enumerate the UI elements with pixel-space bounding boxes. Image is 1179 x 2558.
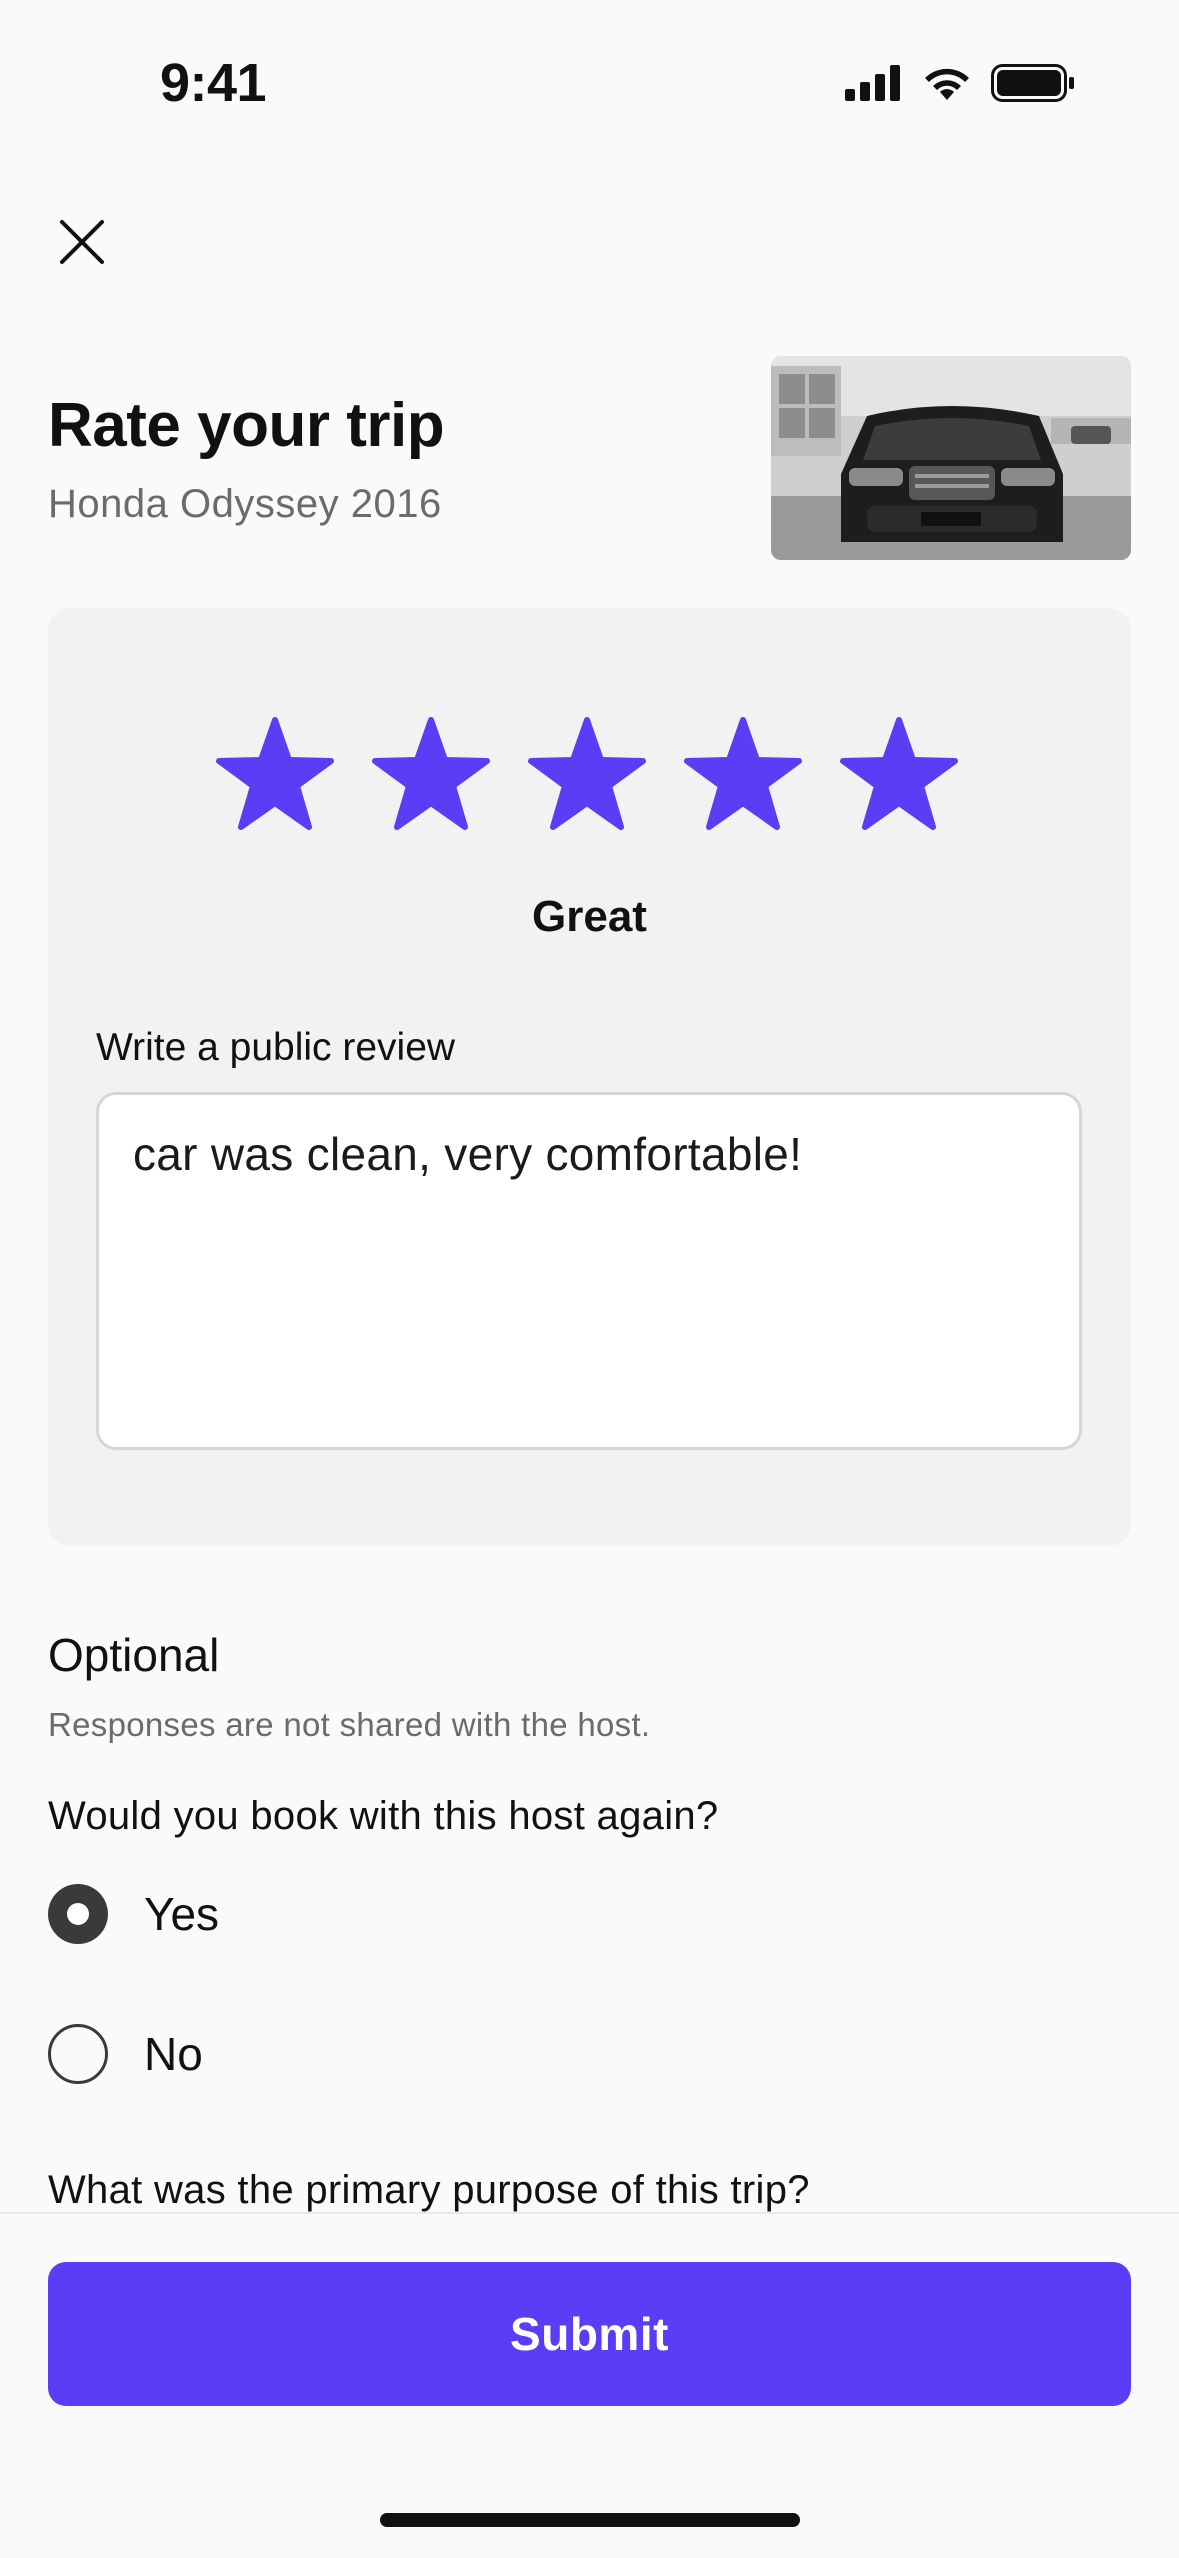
- star-icon-3[interactable]: [527, 716, 647, 832]
- submit-button[interactable]: Submit: [48, 2262, 1131, 2406]
- status-time: 9:41: [160, 53, 267, 113]
- trip-purpose-question: What was the primary purpose of this tri…: [48, 2168, 810, 2212]
- status-icons: [845, 64, 1075, 102]
- radio-label-no: No: [144, 2028, 203, 2080]
- vehicle-photo: [771, 356, 1131, 560]
- star-rating[interactable]: [215, 716, 959, 832]
- rating-label: Great: [532, 892, 647, 941]
- radio-unchecked-icon[interactable]: [48, 2024, 108, 2084]
- optional-note: Responses are not shared with the host.: [48, 1706, 651, 1743]
- review-textarea[interactable]: car was clean, very comfortable!: [96, 1092, 1082, 1450]
- cellular-signal-icon: [845, 65, 900, 101]
- rebook-question: Would you book with this host again?: [48, 1794, 719, 1838]
- star-icon-1[interactable]: [215, 716, 335, 832]
- radio-option-no[interactable]: No: [48, 2024, 203, 2084]
- wifi-icon: [925, 68, 969, 100]
- close-icon: [60, 220, 104, 264]
- radio-checked-icon[interactable]: [48, 1884, 108, 1944]
- review-label: Write a public review: [96, 1026, 456, 1069]
- optional-heading: Optional: [48, 1629, 220, 1681]
- battery-icon: [991, 64, 1074, 102]
- star-icon-2[interactable]: [371, 716, 491, 832]
- page-title: Rate your trip: [48, 391, 445, 460]
- radio-option-yes[interactable]: Yes: [48, 1884, 219, 1944]
- star-icon-4[interactable]: [683, 716, 803, 832]
- star-icon-5[interactable]: [839, 716, 959, 832]
- close-button[interactable]: [52, 212, 112, 272]
- home-indicator: [380, 2513, 800, 2527]
- vehicle-name: Honda Odyssey 2016: [48, 482, 442, 526]
- radio-label-yes: Yes: [144, 1888, 220, 1940]
